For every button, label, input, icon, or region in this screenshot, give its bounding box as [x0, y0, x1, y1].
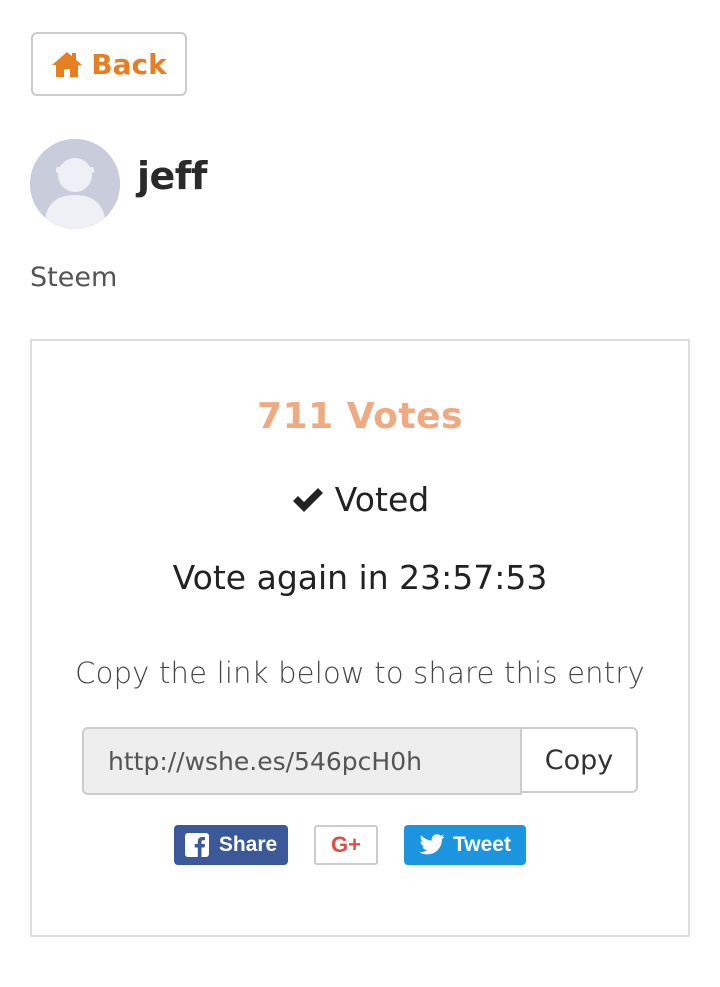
facebook-icon	[184, 833, 209, 857]
avatar[interactable]	[30, 139, 120, 229]
username: jeff	[137, 154, 207, 198]
back-button[interactable]: Back	[31, 32, 187, 96]
twitter-share-label: Tweet	[453, 833, 511, 856]
voted-status: Voted	[0, 480, 720, 519]
facebook-share-label: Share	[218, 833, 278, 856]
category-label: Steem	[30, 262, 118, 293]
copy-hint: Copy the link below to share this entry	[75, 656, 645, 690]
twitter-icon	[419, 834, 445, 856]
twitter-share-button[interactable]: Tweet	[404, 825, 526, 865]
home-icon	[51, 50, 83, 78]
google-plus-label: G+	[331, 832, 361, 857]
copy-button[interactable]: Copy	[520, 727, 638, 793]
page: Back jeff Steem 711 Votes Voted Vote aga…	[0, 0, 720, 987]
share-link-input[interactable]	[82, 727, 522, 795]
back-label: Back	[91, 47, 167, 81]
check-icon	[291, 486, 325, 514]
facebook-share-button[interactable]: Share	[174, 825, 288, 865]
google-plus-share-button[interactable]: G+	[314, 825, 378, 865]
voted-label: Voted	[334, 480, 430, 519]
vote-count: 711 Votes	[257, 396, 463, 437]
vote-again-timer: Vote again in 23:57:53	[172, 558, 548, 597]
